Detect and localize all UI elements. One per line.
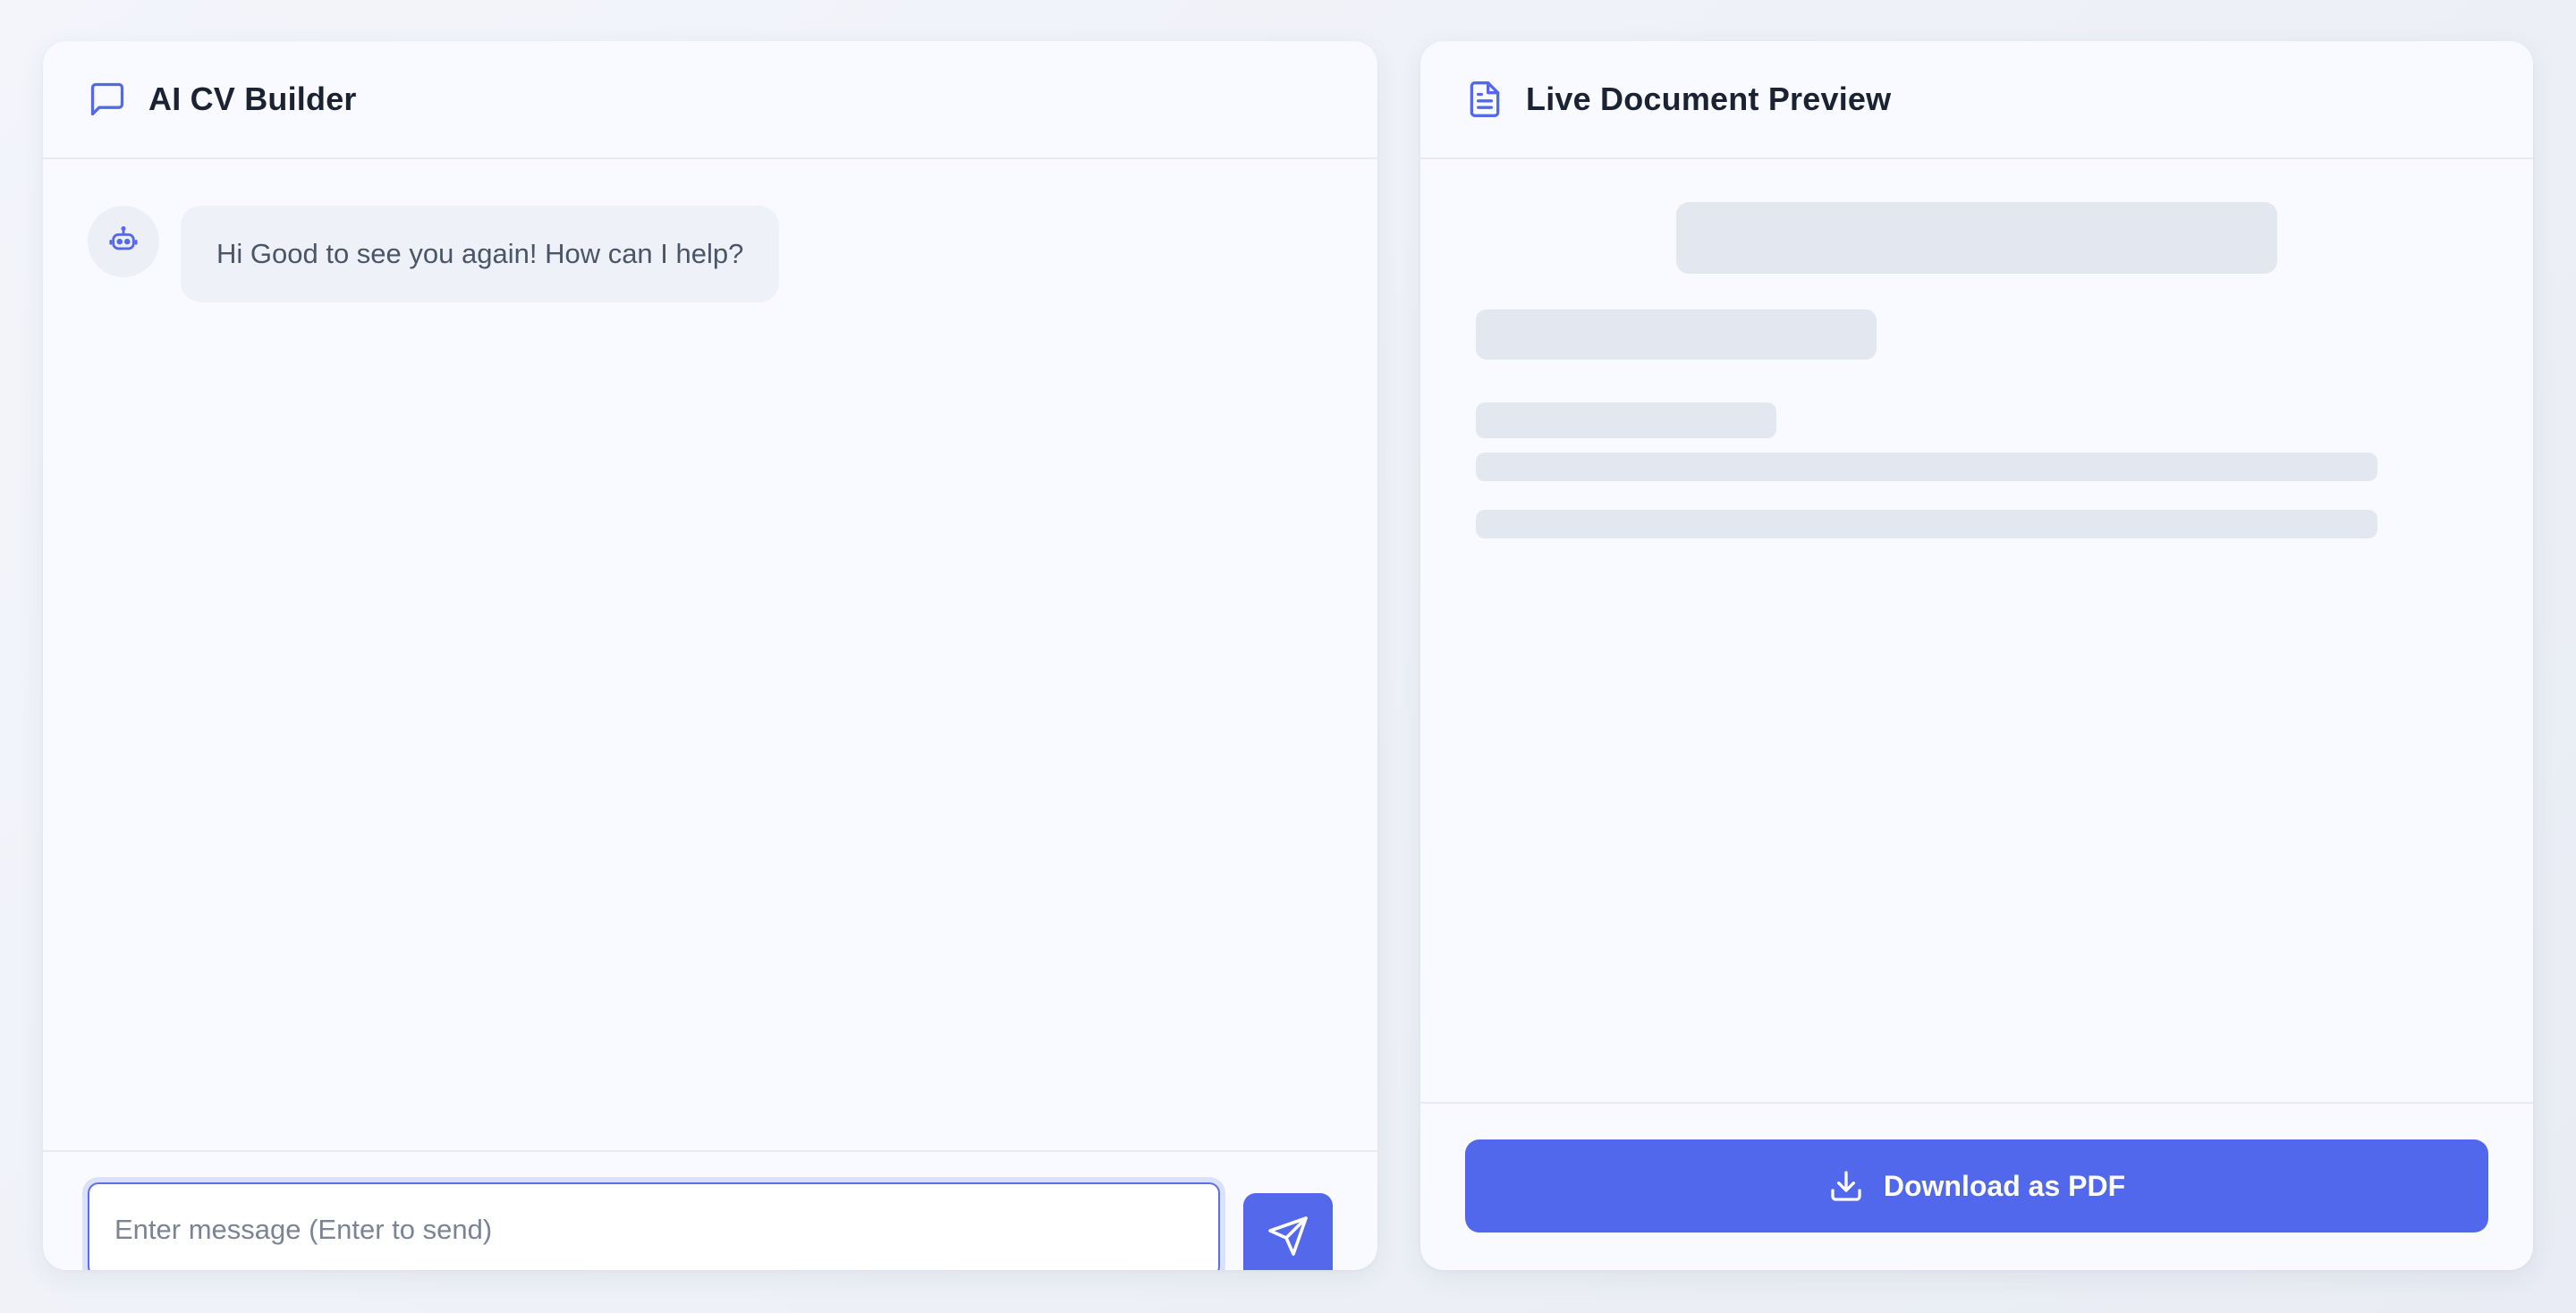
chat-panel-title: AI CV Builder: [148, 80, 357, 117]
send-icon: [1267, 1215, 1309, 1262]
skeleton-line-placeholder: [1476, 453, 2377, 481]
download-pdf-button[interactable]: Download as PDF: [1465, 1139, 2488, 1233]
preview-footer: Download as PDF: [1420, 1102, 2533, 1270]
preview-panel-header: Live Document Preview: [1420, 41, 2533, 159]
skeleton-title-placeholder: [1676, 202, 2277, 274]
bot-avatar: [88, 206, 159, 277]
message-square-icon: [88, 80, 127, 119]
send-button[interactable]: [1243, 1193, 1333, 1270]
skeleton-line-placeholder: [1476, 510, 2377, 538]
message-bubble: Hi Good to see you again! How can I help…: [181, 206, 780, 302]
message-input[interactable]: [88, 1182, 1220, 1270]
download-icon: [1828, 1168, 1864, 1204]
preview-panel-title: Live Document Preview: [1526, 80, 1892, 117]
chat-input-bar: [43, 1150, 1377, 1270]
bot-message: Hi Good to see you again! How can I help…: [88, 206, 780, 302]
file-text-icon: [1465, 80, 1504, 119]
robot-icon: [108, 224, 139, 259]
preview-panel: Live Document Preview Download as PDF: [1420, 41, 2533, 1270]
skeleton-heading-placeholder: [1476, 402, 1776, 438]
skeleton-subtitle-placeholder: [1476, 309, 1877, 360]
download-pdf-label: Download as PDF: [1883, 1169, 2126, 1202]
chat-panel: AI CV Builder Hi Good to see you again! …: [43, 41, 1377, 1270]
chat-messages: Hi Good to see you again! How can I help…: [43, 161, 1377, 1150]
chat-panel-header: AI CV Builder: [43, 41, 1377, 159]
